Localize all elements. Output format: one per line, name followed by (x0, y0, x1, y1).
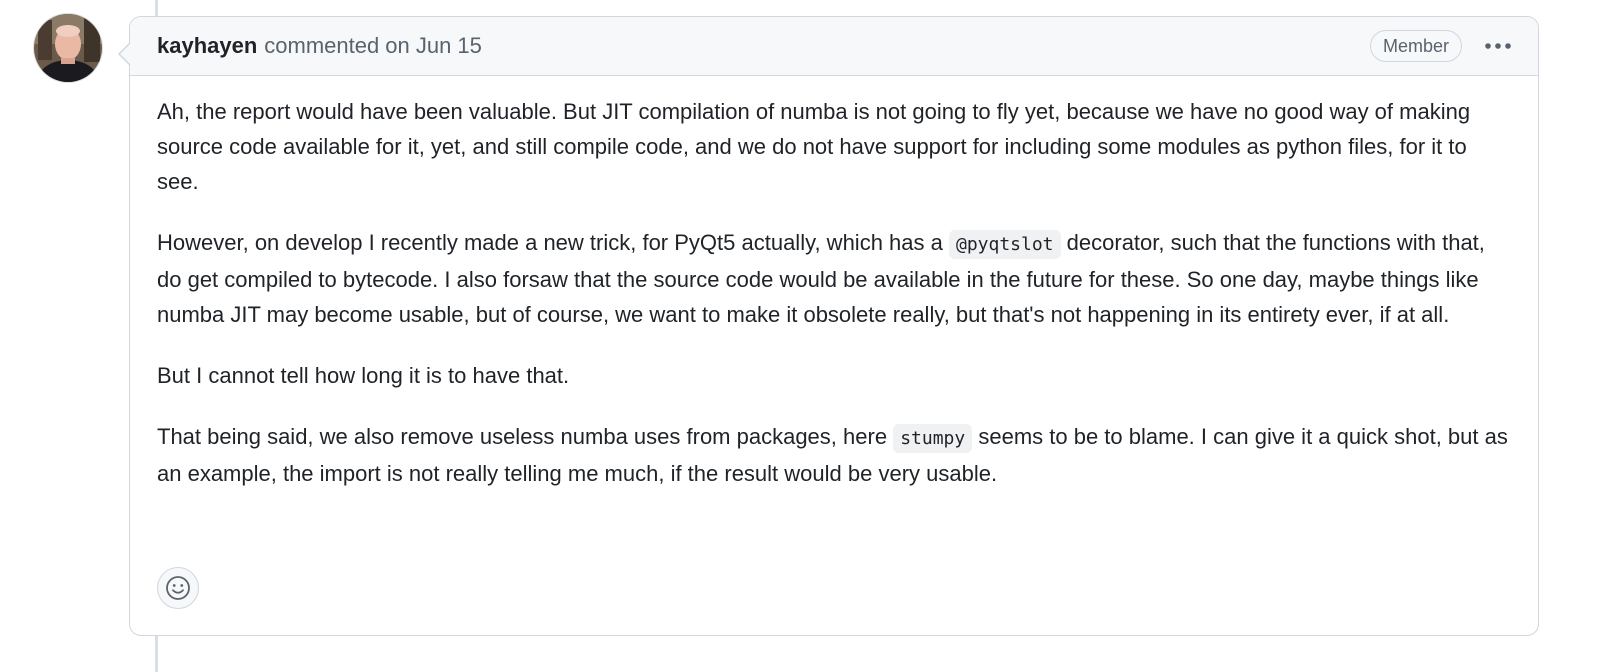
add-reaction-button[interactable] (157, 567, 199, 609)
reactions-bar (157, 567, 199, 609)
comment-paragraph: That being said, we also remove useless … (157, 424, 1508, 486)
comment-paragraph: Ah, the report would have been valuable.… (157, 99, 1471, 194)
comment-header-actions: Member (1369, 30, 1514, 62)
smiley-icon (166, 576, 190, 600)
member-role-badge: Member (1369, 30, 1462, 62)
comment-meta: commented on Jun 15 (264, 33, 482, 59)
comment-paragraph: But I cannot tell how long it is to have… (157, 363, 570, 388)
comment-author-link[interactable]: kayhayen (157, 33, 257, 59)
inline-code: stumpy (893, 424, 973, 453)
author-avatar[interactable] (34, 14, 102, 82)
comment-paragraph: However, on develop I recently made a ne… (157, 230, 1485, 327)
comment-card: kayhayen commented on Jun 15 Member Ah, t… (118, 16, 1539, 636)
comment-options-button[interactable] (1482, 34, 1514, 58)
comment-header: kayhayen commented on Jun 15 Member (130, 17, 1538, 76)
comment-date-link[interactable]: on Jun 15 (385, 33, 482, 58)
kebab-horizontal-icon (1485, 43, 1511, 49)
inline-code: @pyqtslot (948, 230, 1061, 259)
comment-verb: commented (264, 33, 380, 58)
comment-body: Ah, the report would have been valuable.… (130, 76, 1538, 491)
